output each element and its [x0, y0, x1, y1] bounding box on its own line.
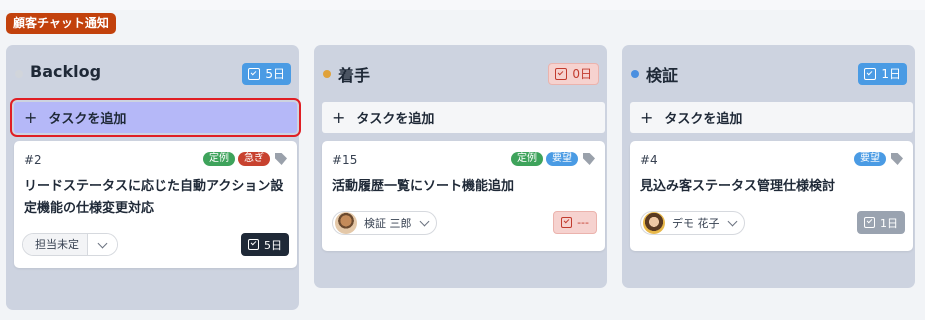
task-card[interactable]: #4 要望 見込み客ステータス管理仕様検討 デモ 花子 1日 — [630, 141, 913, 251]
column-count-badge: 1日 — [858, 63, 907, 85]
task-title[interactable]: リードステータスに応じた自動アクション設定機能の仕様変更対応 — [24, 176, 292, 220]
task-title[interactable]: 見込み客ステータス管理仕様検討 — [640, 176, 908, 198]
assignee-name: デモ 花子 — [672, 217, 720, 230]
plus-icon: + — [640, 108, 654, 127]
assignee-select[interactable]: デモ 花子 — [640, 211, 745, 235]
task-id: #2 — [24, 153, 42, 167]
calendar-icon — [555, 68, 568, 80]
column-count-badge: 0日 — [548, 63, 599, 85]
due-date-badge[interactable]: 5日 — [241, 233, 289, 256]
tag-list: 定例 急ぎ — [203, 152, 287, 166]
calendar-icon — [248, 239, 259, 250]
status-dot — [631, 70, 639, 78]
status-dot — [323, 70, 331, 78]
status-dot — [15, 70, 23, 78]
calendar-icon — [561, 217, 573, 228]
column-header: Backlog 5日 — [6, 45, 299, 99]
plus-icon: + — [332, 108, 346, 127]
tag-list: 要望 — [854, 152, 903, 166]
add-task-button[interactable]: + タスクを追加 — [322, 102, 605, 133]
tag-request: 要望 — [854, 152, 886, 166]
column-title: 着手 — [338, 66, 371, 85]
column-backlog: Backlog 5日 + タスクを追加 #2 定例 急ぎ リードステータスに応じ… — [6, 45, 301, 310]
chevron-down-icon — [419, 216, 429, 226]
tag-urgent: 急ぎ — [238, 152, 270, 166]
tag-list: 定例 要望 — [511, 152, 595, 166]
task-id: #15 — [332, 153, 358, 167]
assignee-name: 検証 三郎 — [364, 217, 412, 230]
column-title: 検証 — [646, 66, 679, 85]
column-verification: 検証 1日 + タスクを追加 #4 要望 見込み客ステータス管理仕様検討 デモ … — [622, 45, 915, 288]
tag-regular: 定例 — [511, 152, 543, 166]
add-task-label: タスクを追加 — [664, 112, 743, 127]
chevron-down-icon — [727, 216, 737, 226]
tag-icon[interactable] — [891, 153, 903, 165]
assignee-select[interactable]: 担当未定 — [22, 233, 118, 256]
add-task-label: タスクを追加 — [48, 112, 127, 127]
chevron-down-icon[interactable] — [87, 234, 117, 255]
column-title: Backlog — [30, 62, 102, 81]
calendar-icon — [864, 217, 875, 228]
column-header: 着手 0日 — [314, 45, 607, 99]
task-id: #4 — [640, 153, 658, 167]
tag-icon[interactable] — [583, 153, 595, 165]
plus-icon: + — [24, 108, 38, 127]
add-task-label: タスクを追加 — [356, 112, 435, 127]
task-card[interactable]: #2 定例 急ぎ リードステータスに応じた自動アクション設定機能の仕様変更対応 … — [14, 141, 297, 268]
calendar-icon — [248, 68, 261, 80]
task-title[interactable]: 活動履歴一覧にソート機能追加 — [332, 176, 600, 198]
due-date-badge[interactable]: --- — [553, 211, 597, 234]
assignee-label: 担当未定 — [23, 234, 87, 255]
task-card[interactable]: #15 定例 要望 活動履歴一覧にソート機能追加 検証 三郎 --- — [322, 141, 605, 251]
calendar-icon — [864, 68, 877, 80]
top-bar — [0, 0, 925, 10]
column-header: 検証 1日 — [622, 45, 915, 99]
customer-chat-notification-badge[interactable]: 顧客チャット通知 — [6, 13, 116, 34]
tag-icon[interactable] — [275, 153, 287, 165]
column-count-badge: 5日 — [242, 63, 291, 85]
avatar — [335, 212, 357, 234]
avatar — [643, 212, 665, 234]
due-date-badge[interactable]: 1日 — [857, 211, 905, 234]
tag-request: 要望 — [546, 152, 578, 166]
tag-regular: 定例 — [203, 152, 235, 166]
assignee-select[interactable]: 検証 三郎 — [332, 211, 437, 235]
add-task-button[interactable]: + タスクを追加 — [10, 98, 301, 137]
column-in-progress: 着手 0日 + タスクを追加 #15 定例 要望 活動履歴一覧にソート機能追加 … — [314, 45, 607, 288]
add-task-button[interactable]: + タスクを追加 — [630, 102, 913, 133]
